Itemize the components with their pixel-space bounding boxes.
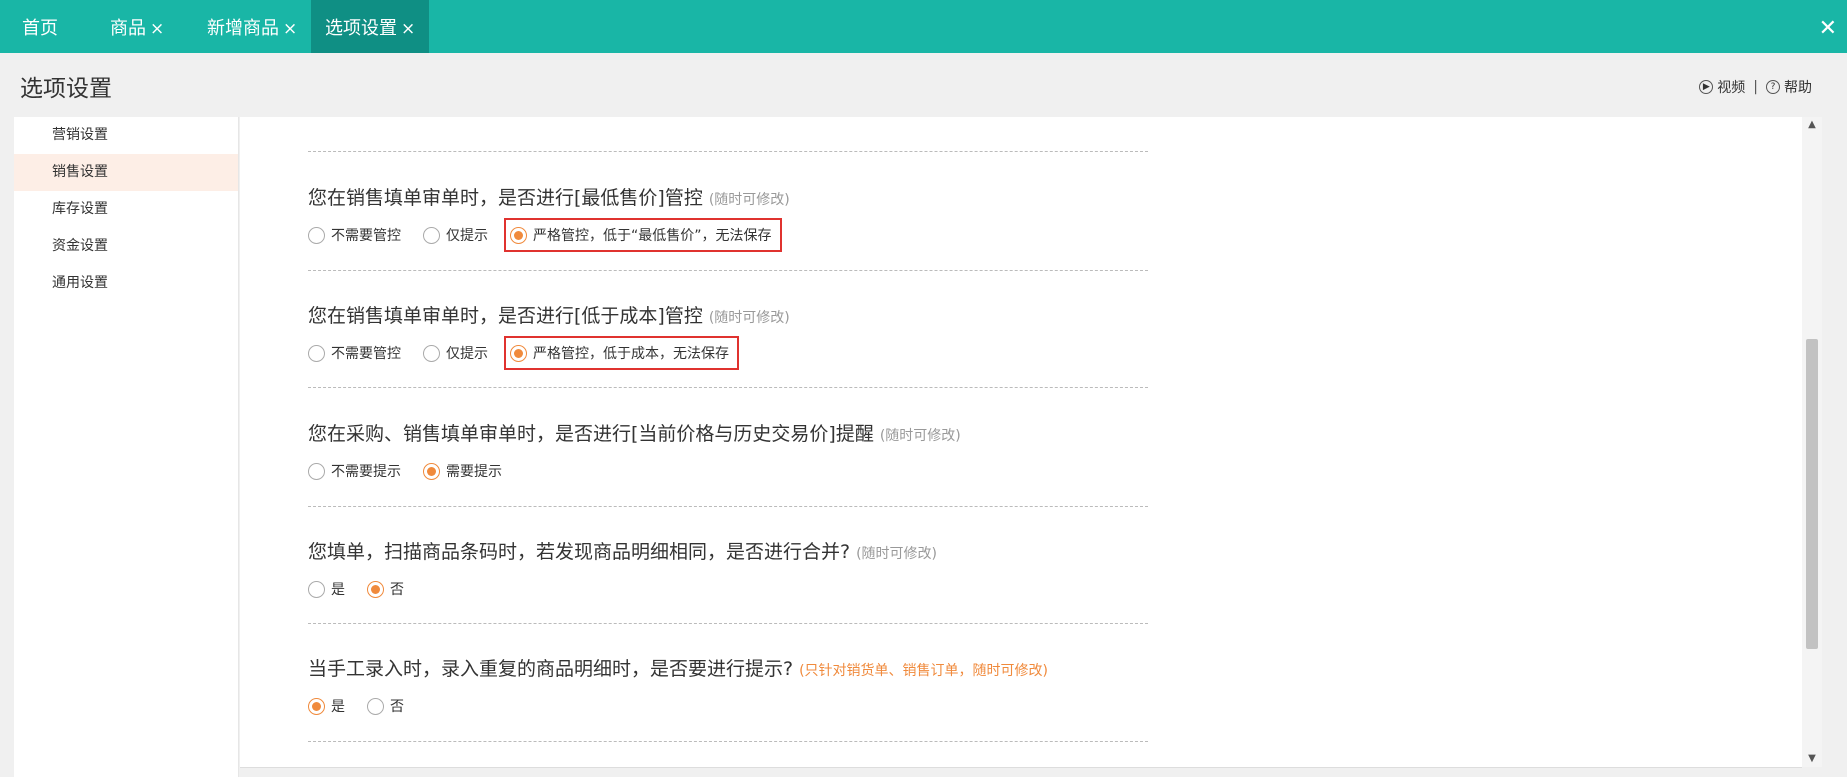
sidebar-item-label: 库存设置 xyxy=(52,201,108,217)
sidebar-item-funds[interactable]: 资金设置 xyxy=(14,228,238,265)
radio-option[interactable]: 是 xyxy=(308,579,345,599)
video-label: 视频 xyxy=(1717,80,1746,96)
radio-button[interactable] xyxy=(308,344,325,362)
vertical-scrollbar[interactable]: ▲ ▼ xyxy=(1802,117,1822,767)
section-divider xyxy=(308,387,1148,388)
play-icon: ▶ xyxy=(1699,80,1714,94)
radio-button-checked[interactable] xyxy=(308,697,325,715)
top-tab-bar: 首页 商品 × 新增商品 × 选项设置 × ✕ xyxy=(0,0,1847,53)
radio-group: 不需要管控 仅提示 严格管控，低于成本，无法保存 xyxy=(308,336,1148,370)
radio-option-highlighted[interactable]: 严格管控，低于成本，无法保存 xyxy=(504,336,739,370)
settings-sidebar: 营销设置 销售设置 库存设置 资金设置 通用设置 xyxy=(14,117,239,777)
tab-option-settings[interactable]: 选项设置 × xyxy=(311,0,430,53)
radio-button[interactable] xyxy=(308,462,325,480)
scrollbar-thumb[interactable] xyxy=(1806,339,1818,649)
radio-button-checked[interactable] xyxy=(367,580,384,598)
setting-note: (只针对销货单、销售订单，随时可修改) xyxy=(799,663,1049,679)
setting-title: 当手工录入时，录入重复的商品明细时，是否要进行提示? (只针对销货单、销售订单，随… xyxy=(308,658,1049,680)
setting-title: 您在销售填单审单时，是否进行[最低售价]管控 (随时可修改) xyxy=(308,187,790,209)
tab-new-goods[interactable]: 新增商品 × xyxy=(207,0,297,53)
setting-title: 您在销售填单审单时，是否进行[低于成本]管控 (随时可修改) xyxy=(308,305,790,327)
sidebar-item-marketing[interactable]: 营销设置 xyxy=(14,117,238,154)
radio-group: 是 否 xyxy=(308,574,1148,604)
setting-min-price-control: 您在销售填单审单时，是否进行[最低售价]管控 (随时可修改) 不需要管控 仅提示 … xyxy=(308,183,1148,252)
radio-button[interactable] xyxy=(423,226,440,244)
radio-option[interactable]: 否 xyxy=(367,579,404,599)
radio-button[interactable] xyxy=(308,226,325,244)
scroll-up-arrow-icon[interactable]: ▲ xyxy=(1802,117,1822,133)
radio-option[interactable]: 否 xyxy=(367,696,404,716)
setting-duplicate-entry-prompt: 当手工录入时，录入重复的商品明细时，是否要进行提示? (只针对销货单、销售订单，随… xyxy=(308,654,1148,721)
radio-group: 是 否 xyxy=(308,691,1148,721)
tab-label: 首页 xyxy=(22,18,58,39)
close-icon[interactable]: × xyxy=(401,19,415,39)
header-links: ▶ 视频 | ? 帮助 xyxy=(1699,77,1812,97)
setting-title: 您在采购、销售填单审单时，是否进行[当前价格与历史交易价]提醒 (随时可修改) xyxy=(308,423,961,445)
section-divider xyxy=(308,151,1148,152)
setting-note: (随时可修改) xyxy=(708,192,790,208)
tab-label: 新增商品 xyxy=(207,18,279,39)
radio-option-highlighted[interactable]: 严格管控，低于“最低售价”，无法保存 xyxy=(504,218,782,252)
radio-button-checked[interactable] xyxy=(510,226,527,244)
radio-option[interactable]: 不需要提示 xyxy=(308,461,401,481)
tab-home[interactable]: 首页 xyxy=(22,0,58,53)
section-divider xyxy=(308,506,1148,507)
setting-title: 您填单，扫描商品条码时，若发现商品明细相同，是否进行合并? (随时可修改) xyxy=(308,541,938,563)
scroll-down-arrow-icon[interactable]: ▼ xyxy=(1802,751,1822,767)
help-link[interactable]: ? 帮助 xyxy=(1766,77,1812,97)
sidebar-item-label: 销售设置 xyxy=(52,164,108,180)
sidebar-item-label: 通用设置 xyxy=(52,275,108,291)
tab-label: 选项设置 xyxy=(325,18,397,39)
window-close-icon[interactable]: ✕ xyxy=(1819,0,1837,53)
page-title: 选项设置 xyxy=(20,76,112,102)
radio-option[interactable]: 仅提示 xyxy=(423,225,488,245)
help-label: 帮助 xyxy=(1784,80,1812,96)
tab-goods[interactable]: 商品 × xyxy=(110,0,164,53)
bottom-divider xyxy=(240,767,1802,768)
radio-option[interactable]: 仅提示 xyxy=(423,343,488,363)
help-icon: ? xyxy=(1766,80,1780,94)
section-divider xyxy=(308,270,1148,271)
setting-history-price-reminder: 您在采购、销售填单审单时，是否进行[当前价格与历史交易价]提醒 (随时可修改) 不… xyxy=(308,419,1148,486)
settings-main-panel: 您在销售填单审单时，是否进行[最低售价]管控 (随时可修改) 不需要管控 仅提示 … xyxy=(240,117,1802,767)
setting-barcode-merge: 您填单，扫描商品条码时，若发现商品明细相同，是否进行合并? (随时可修改) 是 否 xyxy=(308,537,1148,604)
radio-button[interactable] xyxy=(308,580,325,598)
radio-group: 不需要管控 仅提示 严格管控，低于“最低售价”，无法保存 xyxy=(308,218,1148,252)
radio-option[interactable]: 不需要管控 xyxy=(308,343,401,363)
setting-note: (随时可修改) xyxy=(879,428,961,444)
sidebar-item-sales[interactable]: 销售设置 xyxy=(14,154,238,191)
radio-option[interactable]: 是 xyxy=(308,696,345,716)
close-icon[interactable]: × xyxy=(150,19,164,39)
video-link[interactable]: ▶ 视频 xyxy=(1699,77,1745,97)
sidebar-item-label: 资金设置 xyxy=(52,238,108,254)
setting-note: (随时可修改) xyxy=(708,310,790,326)
radio-button-checked[interactable] xyxy=(510,344,527,362)
tab-label: 商品 xyxy=(110,18,146,39)
sidebar-item-label: 营销设置 xyxy=(52,127,108,143)
sidebar-item-general[interactable]: 通用设置 xyxy=(14,265,238,302)
sidebar-item-inventory[interactable]: 库存设置 xyxy=(14,191,238,228)
radio-button[interactable] xyxy=(367,697,384,715)
separator: | xyxy=(1753,79,1758,95)
radio-button-checked[interactable] xyxy=(423,462,440,480)
radio-option[interactable]: 不需要管控 xyxy=(308,225,401,245)
setting-below-cost-control: 您在销售填单审单时，是否进行[低于成本]管控 (随时可修改) 不需要管控 仅提示 … xyxy=(308,301,1148,370)
radio-option[interactable]: 需要提示 xyxy=(423,461,502,481)
radio-button[interactable] xyxy=(423,344,440,362)
section-divider xyxy=(308,623,1148,624)
radio-group: 不需要提示 需要提示 xyxy=(308,456,1148,486)
page-header: 选项设置 ▶ 视频 | ? 帮助 xyxy=(0,53,1847,117)
setting-note: (随时可修改) xyxy=(856,546,938,562)
close-icon[interactable]: × xyxy=(283,19,297,39)
section-divider xyxy=(308,741,1148,742)
